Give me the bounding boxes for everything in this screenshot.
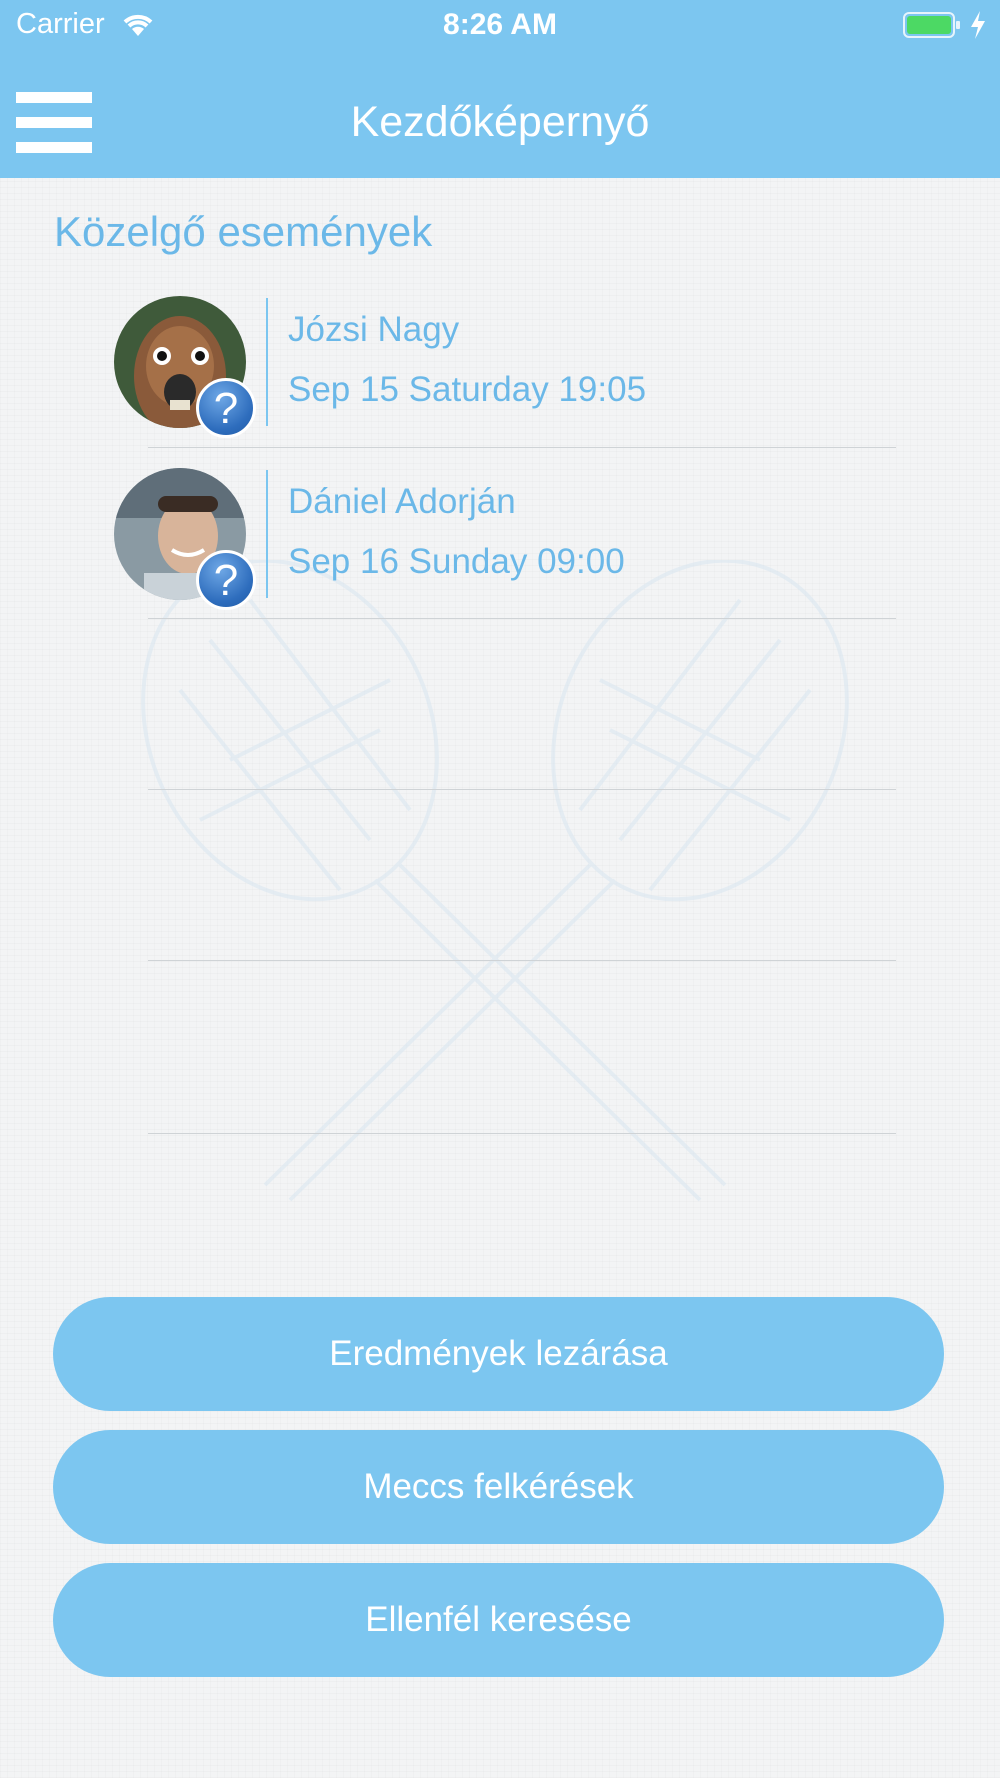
list-separator <box>148 618 896 619</box>
charging-bolt-icon <box>971 11 985 39</box>
nav-title: Kezdőképernyő <box>350 98 650 146</box>
question-badge-icon: ? <box>196 550 256 610</box>
row-divider <box>266 470 268 598</box>
list-separator <box>148 447 896 448</box>
list-separator <box>148 789 896 790</box>
status-time: 8:26 AM <box>443 8 557 41</box>
event-opponent-name: Józsi Nagy <box>288 310 460 349</box>
question-badge-icon: ? <box>196 378 256 438</box>
event-date: Sep 16 Sunday 09:00 <box>288 542 625 581</box>
event-opponent-name: Dániel Adorján <box>288 482 516 521</box>
event-row[interactable]: ? Dániel Adorján Sep 16 Sunday 09:00 <box>100 468 900 639</box>
list-separator <box>148 960 896 961</box>
find-opponent-button[interactable]: Ellenfél keresése <box>53 1563 944 1677</box>
crossed-rackets-watermark <box>141 560 849 1202</box>
list-separator <box>148 1133 896 1134</box>
status-bar: Carrier 8:26 AM <box>0 0 1000 50</box>
section-title: Közelgő események <box>54 208 433 255</box>
close-results-button[interactable]: Eredmények lezárása <box>53 1297 944 1411</box>
event-row[interactable]: ? Józsi Nagy Sep 15 Saturday 19:05 <box>100 296 900 467</box>
event-date: Sep 15 Saturday 19:05 <box>288 370 647 409</box>
row-divider <box>266 298 268 426</box>
match-requests-button[interactable]: Meccs felkérések <box>53 1430 944 1544</box>
battery-icon <box>903 12 960 38</box>
top-bar: Carrier 8:26 AM Kezdőképernyő <box>0 0 1000 178</box>
